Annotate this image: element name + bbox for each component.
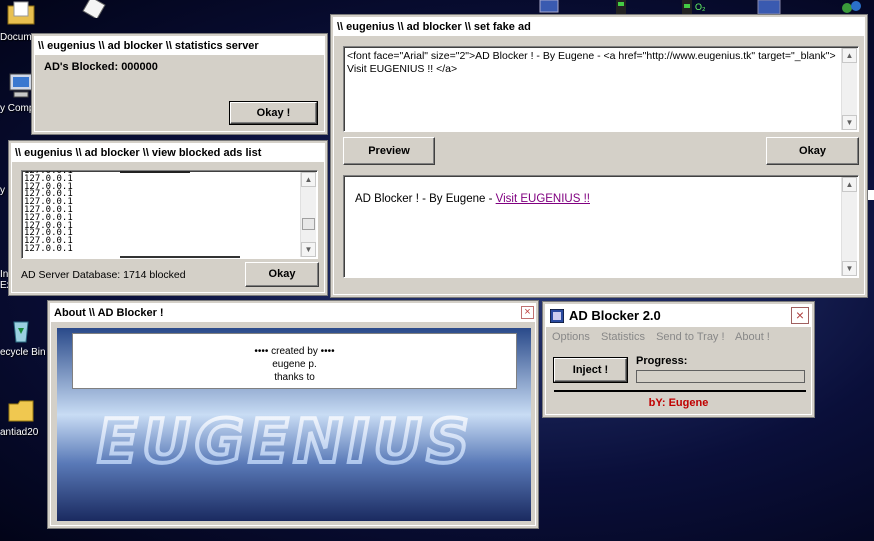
set-fake-ad-window: \\ eugenius \\ ad blocker \\ set fake ad… (330, 14, 868, 298)
phone-icon (616, 0, 626, 14)
ads-blocked-count: AD's Blocked: 000000 (44, 61, 158, 73)
ad-blocker-main-window: AD Blocker 2.0 × Options Statistics Send… (542, 301, 815, 418)
menu-about[interactable]: About ! (735, 331, 770, 343)
ad-html-code: <font face="Arial" size="2">AD Blocker !… (347, 50, 836, 75)
desktop-icon-label: Docum (0, 32, 32, 43)
list-scrollbar[interactable]: ▲ ▼ (300, 172, 316, 257)
scroll-down-icon[interactable]: ▼ (301, 242, 316, 257)
desktop-edge-fragment (868, 190, 874, 200)
visit-eugenius-link[interactable]: Visit EUGENIUS !! (496, 193, 590, 205)
inject-button[interactable]: Inject ! (553, 357, 628, 383)
window-title: \\ eugenius \\ ad blocker \\ set fake ad (334, 18, 864, 36)
preview-scrollbar[interactable]: ▲ ▼ (841, 177, 857, 276)
list-overflow-artifact (120, 256, 240, 258)
window-title: About \\ AD Blocker ! (51, 304, 535, 322)
okay-button[interactable]: Okay (766, 137, 859, 165)
progress-bar (636, 370, 805, 383)
menu-bar: Options Statistics Send to Tray ! About … (552, 331, 770, 343)
about-window: About \\ AD Blocker ! × •••• created by … (47, 300, 539, 529)
svg-text:O₂: O₂ (695, 2, 706, 12)
credits-line: •••• created by •••• (254, 346, 335, 357)
app-icon (539, 0, 559, 13)
app-icon (550, 309, 564, 323)
close-icon[interactable]: × (791, 307, 809, 324)
title-bar: AD Blocker 2.0 × (546, 305, 811, 327)
desktop-icon-label: ecycle Bin (0, 347, 46, 358)
menu-send-to-tray[interactable]: Send to Tray ! (656, 331, 724, 343)
ad-preview-pane: AD Blocker ! - By Eugene - Visit EUGENIU… (343, 175, 859, 278)
database-status: AD Server Database: 1714 blocked (21, 269, 186, 281)
window-title: \\ eugenius \\ ad blocker \\ statistics … (35, 37, 324, 55)
okay-button[interactable]: Okay (245, 262, 319, 287)
statistics-server-window: \\ eugenius \\ ad blocker \\ statistics … (31, 33, 328, 135)
about-banner: •••• created by •••• eugene p. thanks to… (57, 328, 531, 521)
eugenius-logo: EUGENIUS (89, 405, 482, 478)
desktop-icon-label: y (0, 185, 5, 196)
menu-options[interactable]: Options (552, 331, 590, 343)
folder-icon (8, 400, 34, 422)
blocked-ads-list[interactable]: 127.0.0.1 127.0.0.1 127.0.0.1 127.0.0.1 127.… (21, 170, 318, 259)
close-icon[interactable]: × (521, 306, 534, 319)
credits-author: eugene p. (272, 359, 317, 370)
credits-line: thanks to (274, 372, 315, 383)
scroll-up-icon[interactable]: ▲ (842, 177, 857, 192)
window-title: \\ eugenius \\ ad blocker \\ view blocke… (12, 144, 324, 162)
recycle-bin-icon (13, 321, 29, 343)
credits-box: •••• created by •••• eugene p. thanks to (72, 333, 517, 389)
documents-folder-icon (7, 1, 35, 25)
okay-button[interactable]: Okay ! (229, 101, 318, 125)
scroll-down-icon[interactable]: ▼ (842, 261, 857, 276)
progress-label: Progress: (636, 355, 688, 367)
window-title: AD Blocker 2.0 (569, 308, 661, 323)
desktop-icon-label: y Comp (0, 103, 35, 114)
notepad-icon (82, 0, 106, 18)
preview-button[interactable]: Preview (343, 137, 435, 165)
menu-statistics[interactable]: Statistics (601, 331, 645, 343)
network-icon (757, 0, 781, 14)
logo-text: EUGENIUS (91, 407, 480, 476)
ad-preview-content: AD Blocker ! - By Eugene - Visit EUGENIU… (355, 193, 590, 205)
list-overflow-artifact (120, 171, 190, 173)
blocked-ads-list-window: \\ eugenius \\ ad blocker \\ view blocke… (8, 140, 328, 296)
scroll-up-icon[interactable]: ▲ (842, 48, 857, 63)
scroll-down-icon[interactable]: ▼ (842, 115, 857, 130)
list-item[interactable]: 127.0.0.1 (24, 245, 73, 254)
desktop-icon-label: antiad20 (0, 427, 39, 438)
scroll-up-icon[interactable]: ▲ (301, 172, 316, 187)
scroll-thumb[interactable] (302, 218, 315, 230)
code-scrollbar[interactable]: ▲ ▼ (841, 48, 857, 130)
divider (554, 390, 806, 392)
ad-html-code-input[interactable]: <font face="Arial" size="2">AD Blocker !… (343, 46, 859, 132)
ad-preview-text: AD Blocker ! - By Eugene - (355, 193, 496, 205)
footer-credit: bY: Eugene (648, 397, 709, 409)
